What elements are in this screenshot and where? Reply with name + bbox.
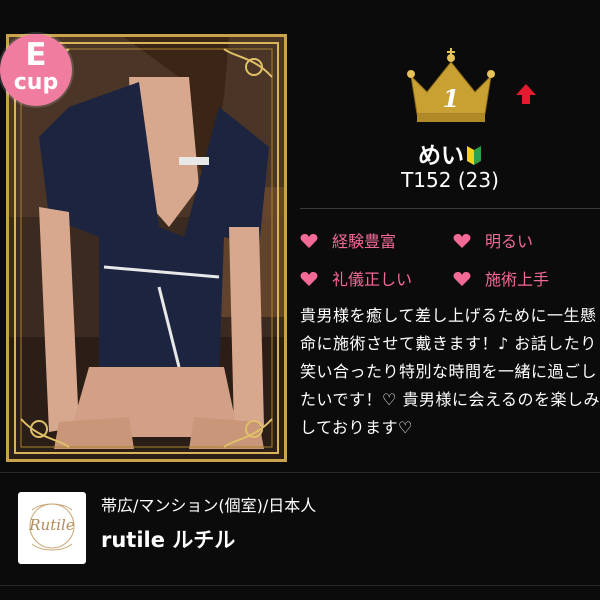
tag-item: 明るい	[453, 231, 533, 253]
tag-label: 明るい	[485, 232, 534, 251]
therapist-card[interactable]: E cup 1 めい T152 (23) 経験豊富 明るい 礼儀正しい 施術上手…	[0, 0, 600, 600]
heart-icon	[300, 272, 318, 286]
height-age: T152 (23)	[401, 168, 499, 192]
profile-message: 貴男様を癒して差し上げるために一生懸命に施術させて戴きます！♪ お話したり笑い合…	[300, 306, 600, 437]
ranking-badge: 1	[405, 48, 497, 126]
heart-icon	[453, 234, 471, 248]
beginner-icon	[467, 146, 481, 165]
heart-icon	[300, 234, 318, 248]
name-text: めい	[418, 143, 464, 169]
shop-area: 帯広/マンション(個室)/日本人	[101, 496, 317, 515]
cup-letter: E	[25, 37, 47, 73]
therapist-name: めい	[300, 136, 600, 170]
tag-label: 礼儀正しい	[332, 270, 413, 289]
logo-text: Rutile	[29, 516, 75, 534]
divider	[300, 208, 600, 209]
cup-size-badge: E cup	[0, 34, 72, 106]
tag-label: 施術上手	[485, 270, 550, 289]
shop-logo[interactable]: Rutile	[18, 492, 86, 564]
cup-word: cup	[13, 70, 59, 95]
tag-item: 礼儀正しい	[300, 269, 412, 291]
tag-item: 施術上手	[453, 269, 549, 291]
heart-icon	[453, 272, 471, 286]
divider	[0, 585, 600, 586]
shop-name[interactable]: rutile ルチル	[101, 524, 235, 554]
rank-number: 1	[442, 84, 460, 113]
tag-item: 経験豊富	[300, 231, 396, 253]
divider	[0, 472, 600, 473]
up-arrow-icon	[516, 84, 536, 104]
tag-label: 経験豊富	[332, 232, 397, 251]
